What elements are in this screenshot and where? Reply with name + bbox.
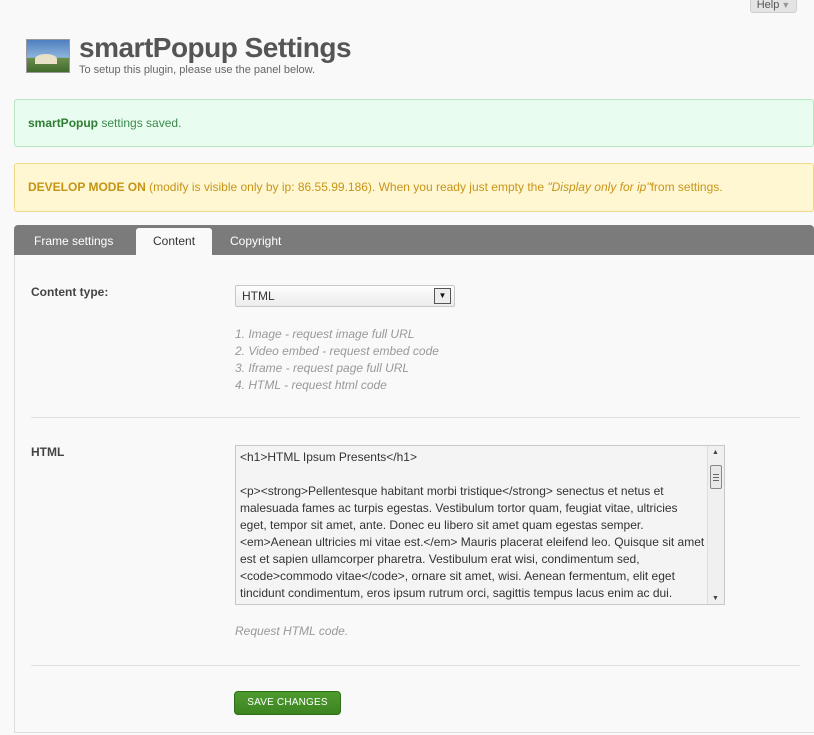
develop-mode-notice: DEVELOP MODE ON (modify is visible only … xyxy=(14,163,814,212)
content-type-label: Content type: xyxy=(31,285,109,299)
help-item-image: 1. Image - request image full URL xyxy=(235,327,415,341)
success-notice: smartPopup settings saved. xyxy=(14,99,814,147)
content-type-selected-value: HTML xyxy=(242,289,275,303)
scroll-down-arrow-icon[interactable]: ▼ xyxy=(712,595,719,602)
settings-tabs: Frame settings Content Copyright xyxy=(14,225,814,255)
tab-content[interactable]: Content xyxy=(136,228,213,255)
success-notice-plugin-name: smartPopup xyxy=(28,116,99,130)
content-type-help: 1. Image - request image full URL 2. Vid… xyxy=(235,326,439,394)
tab-copyright[interactable]: Copyright xyxy=(213,228,298,255)
textarea-scrollbar[interactable]: ▲ ▼ xyxy=(707,446,724,604)
html-textarea-value: <h1>HTML Ipsum Presents</h1> <p><strong>… xyxy=(240,450,705,600)
divider xyxy=(31,417,800,418)
help-button[interactable]: Help ▼ xyxy=(750,0,797,13)
save-changes-button[interactable]: SAVE CHANGES xyxy=(234,691,341,715)
chevron-down-icon: ▼ xyxy=(781,0,791,10)
develop-mode-tail: from settings. xyxy=(650,180,723,194)
tab-frame-settings[interactable]: Frame settings xyxy=(17,228,130,255)
scroll-up-arrow-icon[interactable]: ▲ xyxy=(712,449,719,456)
develop-mode-text: (modify is visible only by ip: 86.55.99.… xyxy=(149,180,545,194)
page-subtitle: To setup this plugin, please use the pan… xyxy=(79,64,316,76)
divider xyxy=(31,665,800,666)
html-field-hint: Request HTML code. xyxy=(235,624,349,638)
plugin-logo-icon xyxy=(26,39,70,73)
help-item-video: 2. Video embed - request embed code xyxy=(235,344,439,358)
develop-mode-setting-name: "Display only for ip" xyxy=(547,180,651,194)
help-item-iframe: 3. Iframe - request page full URL xyxy=(235,361,410,375)
html-textarea[interactable]: <h1>HTML Ipsum Presents</h1> <p><strong>… xyxy=(235,445,725,605)
develop-mode-label: DEVELOP MODE ON xyxy=(28,180,146,194)
success-notice-text: settings saved. xyxy=(101,116,182,130)
help-item-html: 4. HTML - request html code xyxy=(235,378,387,392)
dropdown-arrow-icon[interactable]: ▼ xyxy=(434,288,451,304)
page-title: smartPopup Settings xyxy=(79,32,352,63)
html-field-label: HTML xyxy=(31,445,65,459)
content-type-select[interactable]: HTML ▼ xyxy=(235,285,455,307)
help-label: Help xyxy=(756,0,780,11)
scrollbar-thumb[interactable] xyxy=(710,465,722,489)
content-panel: Content type: HTML ▼ 1. Image - request … xyxy=(14,255,814,733)
